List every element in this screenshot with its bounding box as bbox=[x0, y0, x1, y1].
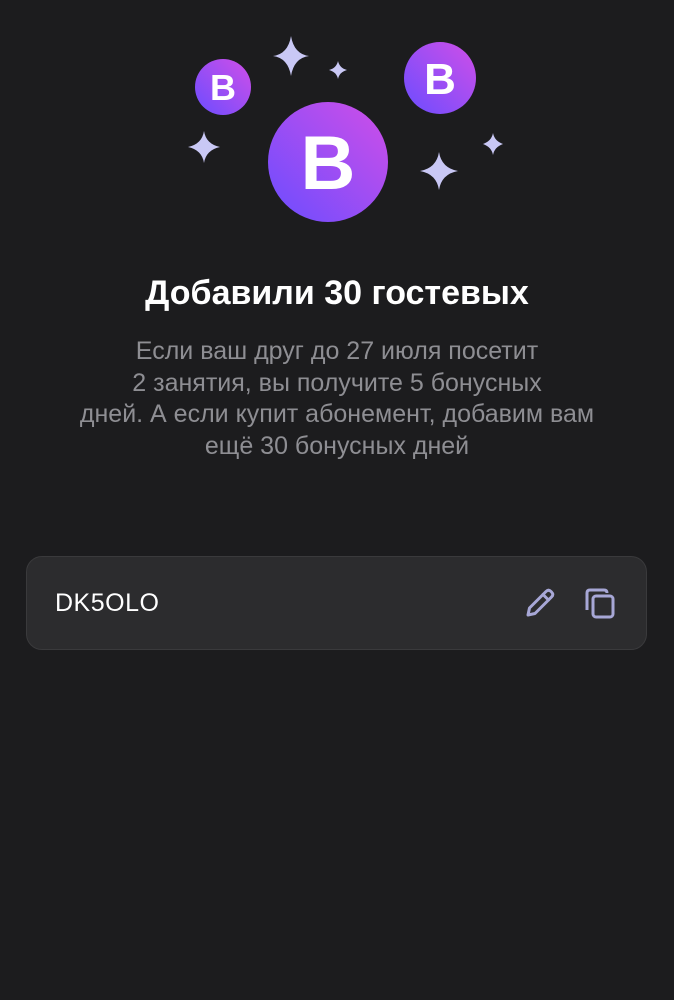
page-title: Добавили 30 гостевых bbox=[145, 274, 529, 312]
promo-code-field[interactable]: DK5OLO bbox=[26, 556, 647, 650]
hero-illustration: B B B bbox=[188, 36, 503, 222]
sparkle-icon bbox=[188, 131, 220, 163]
description-line: Если ваш друг до 27 июля посетит bbox=[135, 337, 539, 365]
sparkle-icon bbox=[420, 152, 458, 190]
svg-text:B: B bbox=[424, 55, 456, 104]
description-line: ещё 30 бонусных дней bbox=[204, 431, 470, 460]
sparkle-icon bbox=[273, 36, 309, 76]
sparkle-icon bbox=[483, 133, 503, 155]
svg-text:B: B bbox=[210, 67, 236, 108]
promo-code-value[interactable]: DK5OLO bbox=[55, 557, 159, 649]
svg-text:B: B bbox=[301, 121, 356, 206]
copy-icon[interactable] bbox=[580, 584, 618, 622]
description-text: Если ваш друг до 27 июля посетит 2 занят… bbox=[20, 336, 654, 462]
description-line: 2 занятия, вы получите 5 бонусных bbox=[132, 368, 542, 397]
badge-medium-right: B bbox=[404, 42, 476, 114]
badge-large-center: B bbox=[268, 102, 388, 222]
badge-small-left: B bbox=[195, 59, 251, 115]
description-line: дней. А если купит абонемент, добавим ва… bbox=[79, 400, 595, 428]
sparkle-icon bbox=[329, 61, 347, 79]
pencil-icon[interactable] bbox=[521, 584, 559, 622]
